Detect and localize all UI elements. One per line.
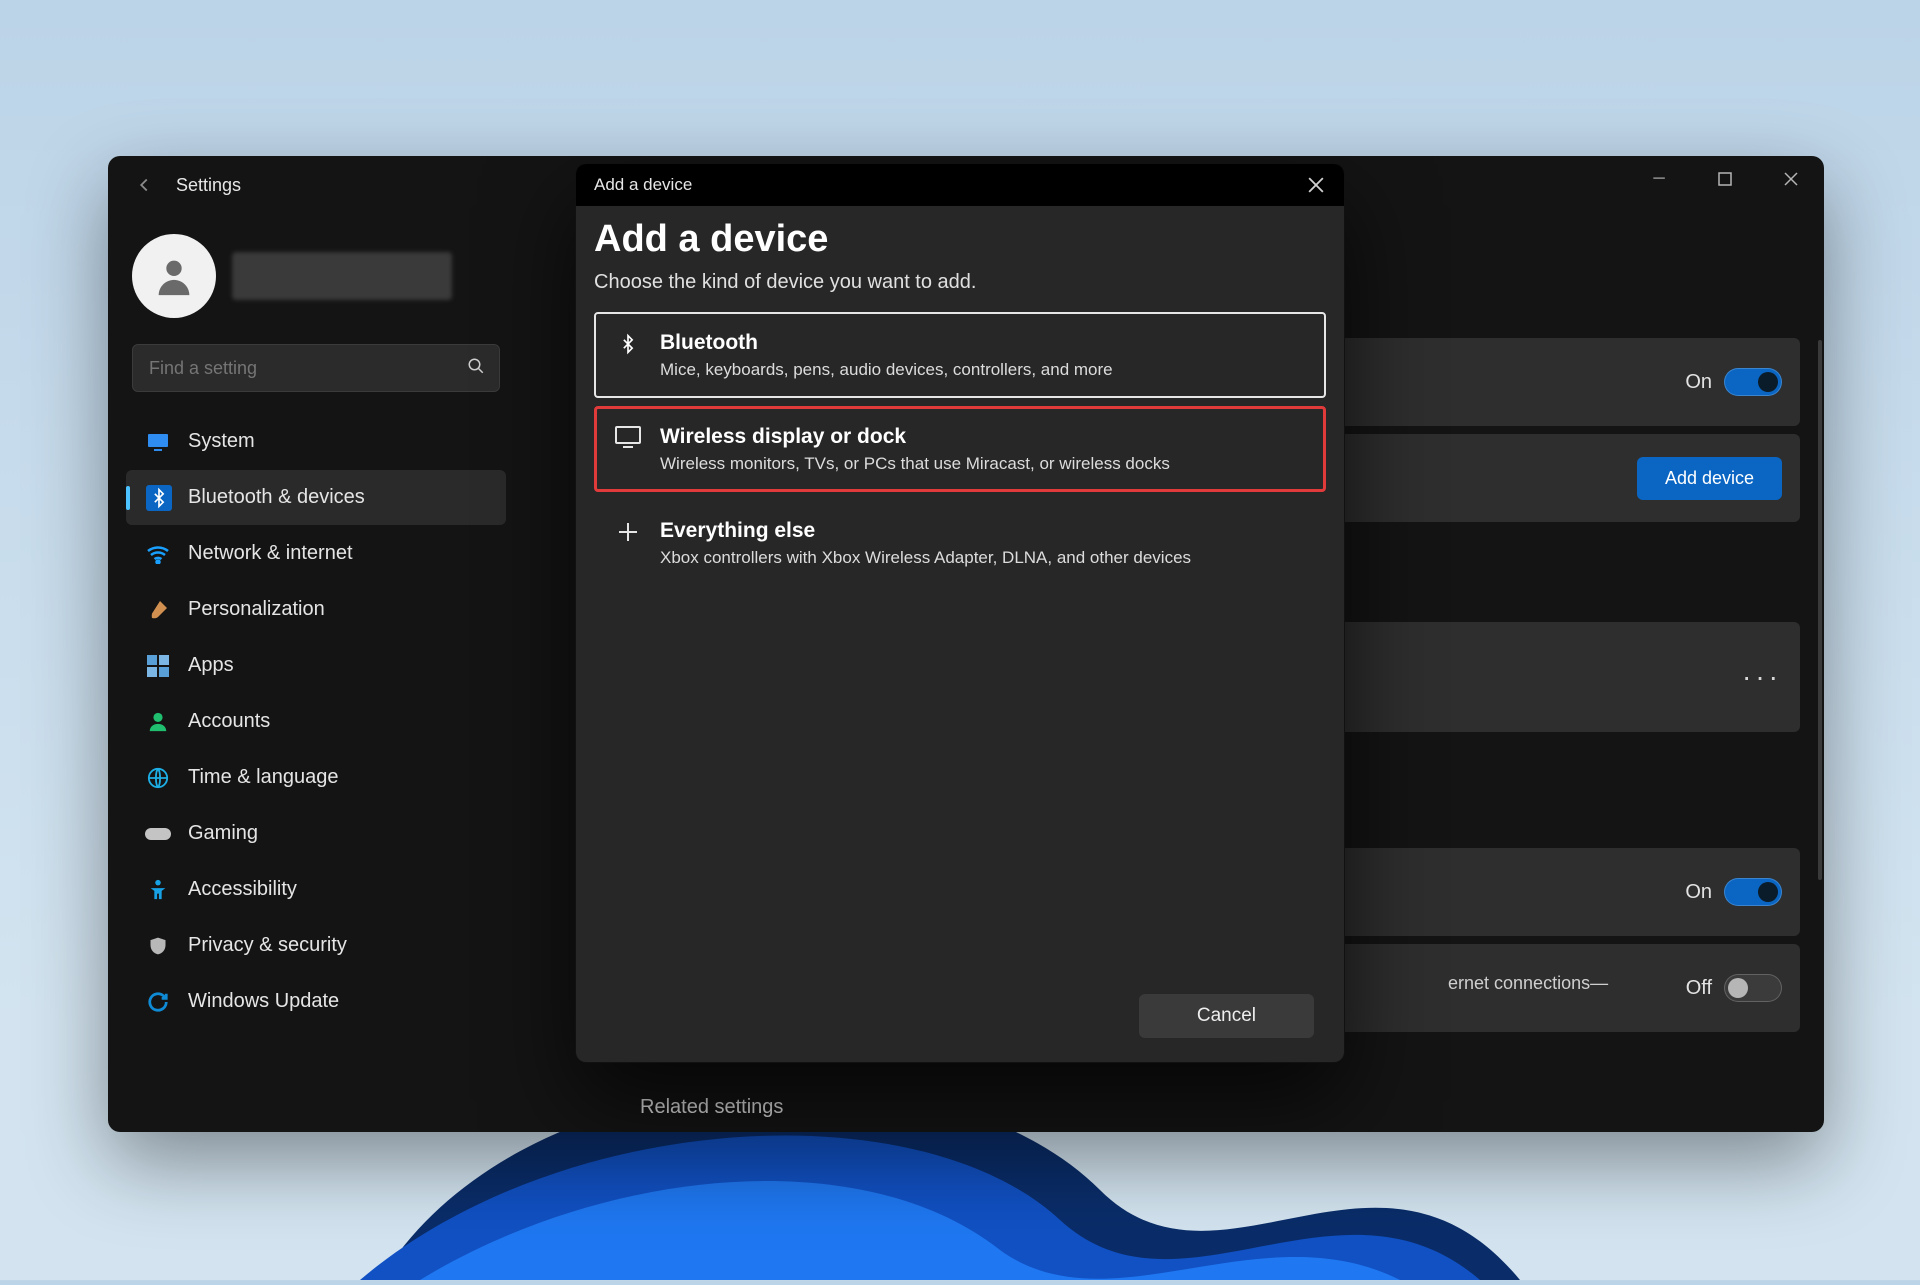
avatar bbox=[132, 234, 216, 318]
dialog-titlebar: Add a device bbox=[576, 164, 1344, 206]
sidebar-item-system[interactable]: System bbox=[126, 414, 506, 469]
dialog-close-button[interactable] bbox=[1300, 169, 1332, 201]
sidebar-item-label: Personalization bbox=[188, 598, 325, 621]
shield-icon bbox=[144, 932, 172, 960]
sidebar-item-time-language[interactable]: Time & language bbox=[126, 750, 506, 805]
sidebar-item-apps[interactable]: Apps bbox=[126, 638, 506, 693]
option-title: Wireless display or dock bbox=[660, 424, 1170, 450]
bluetooth-toggle[interactable] bbox=[1724, 368, 1782, 396]
access-icon bbox=[144, 876, 172, 904]
bluetooth-icon bbox=[606, 332, 650, 356]
toggle-2[interactable] bbox=[1724, 878, 1782, 906]
sidebar-item-label: Time & language bbox=[188, 766, 338, 789]
sidebar-item-label: Gaming bbox=[188, 822, 258, 845]
user-block[interactable] bbox=[132, 234, 524, 318]
sidebar-item-gaming[interactable]: Gaming bbox=[126, 806, 506, 861]
option-title: Everything else bbox=[660, 518, 1191, 544]
option-description: Xbox controllers with Xbox Wireless Adap… bbox=[660, 548, 1191, 568]
apps-icon bbox=[144, 652, 172, 680]
sidebar-item-label: Network & internet bbox=[188, 542, 353, 565]
more-icon[interactable]: ··· bbox=[1742, 661, 1782, 693]
dialog-subtitle: Choose the kind of device you want to ad… bbox=[594, 271, 1326, 294]
option-title: Bluetooth bbox=[660, 330, 1113, 356]
toggle2-state-label: On bbox=[1685, 881, 1712, 904]
sidebar-item-label: Accessibility bbox=[188, 878, 297, 901]
toggle-3[interactable] bbox=[1724, 974, 1782, 1002]
dialog-heading: Add a device bbox=[594, 218, 1326, 261]
sidebar-item-personalization[interactable]: Personalization bbox=[126, 582, 506, 637]
close-button[interactable] bbox=[1758, 156, 1824, 202]
plus-icon bbox=[606, 520, 650, 544]
settings-window: Settings ─ System Bluetooth & devices Netw… bbox=[108, 156, 1824, 1132]
brush-icon bbox=[144, 596, 172, 624]
toggle3-state-label: Off bbox=[1686, 977, 1712, 1000]
sidebar-item-windows-update[interactable]: Windows Update bbox=[126, 974, 506, 1029]
sidebar: System Bluetooth & devices Network & inter… bbox=[108, 228, 524, 1132]
gamepad-icon bbox=[144, 820, 172, 848]
minimize-button[interactable]: ─ bbox=[1626, 156, 1692, 202]
sidebar-nav: System Bluetooth & devices Network & inter… bbox=[126, 414, 506, 1029]
sidebar-item-label: Windows Update bbox=[188, 990, 339, 1013]
scrollbar[interactable] bbox=[1818, 340, 1822, 880]
add-device-dialog: Add a device Add a device Choose the kin… bbox=[576, 164, 1344, 1062]
metered-text-fragment: ernet connections— bbox=[1448, 973, 1608, 994]
maximize-button[interactable] bbox=[1692, 156, 1758, 202]
search-input[interactable] bbox=[133, 358, 499, 379]
app-title: Settings bbox=[176, 175, 241, 196]
person-icon bbox=[144, 708, 172, 736]
sidebar-item-label: Accounts bbox=[188, 710, 270, 733]
dialog-titlebar-text: Add a device bbox=[594, 175, 692, 195]
device-option-wireless-display-or-dock[interactable]: Wireless display or dock Wireless monitor… bbox=[594, 406, 1326, 492]
option-description: Wireless monitors, TVs, or PCs that use … bbox=[660, 454, 1170, 474]
sidebar-item-accounts[interactable]: Accounts bbox=[126, 694, 506, 749]
bluetooth-state-label: On bbox=[1685, 371, 1712, 394]
sidebar-item-bluetooth-devices[interactable]: Bluetooth & devices bbox=[126, 470, 506, 525]
device-option-bluetooth[interactable]: Bluetooth Mice, keyboards, pens, audio de… bbox=[594, 312, 1326, 398]
add-device-button[interactable]: Add device bbox=[1637, 457, 1782, 500]
sidebar-item-label: Apps bbox=[188, 654, 234, 677]
sidebar-item-label: Privacy & security bbox=[188, 934, 347, 957]
user-name-redacted bbox=[232, 252, 452, 300]
sidebar-item-label: Bluetooth & devices bbox=[188, 486, 365, 509]
bluetooth-icon bbox=[146, 485, 172, 511]
option-description: Mice, keyboards, pens, audio devices, co… bbox=[660, 360, 1113, 380]
wifi-icon bbox=[144, 540, 172, 568]
back-button[interactable] bbox=[118, 159, 170, 211]
search-box[interactable] bbox=[132, 344, 500, 392]
sidebar-item-label: System bbox=[188, 430, 255, 453]
display-icon bbox=[606, 426, 650, 448]
globe-icon bbox=[144, 764, 172, 792]
window-controls: ─ bbox=[1626, 156, 1824, 202]
search-icon bbox=[467, 357, 485, 380]
monitor-icon bbox=[144, 428, 172, 456]
sidebar-item-privacy-security[interactable]: Privacy & security bbox=[126, 918, 506, 973]
update-icon bbox=[144, 988, 172, 1016]
related-settings-label: Related settings bbox=[640, 1096, 783, 1119]
dialog-cancel-button[interactable]: Cancel bbox=[1139, 994, 1314, 1038]
sidebar-item-accessibility[interactable]: Accessibility bbox=[126, 862, 506, 917]
sidebar-item-network-internet[interactable]: Network & internet bbox=[126, 526, 506, 581]
device-option-everything-else[interactable]: Everything else Xbox controllers with Xbo… bbox=[594, 500, 1326, 586]
